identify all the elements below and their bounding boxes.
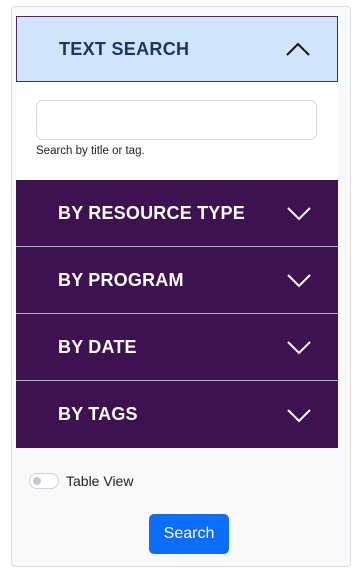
section-title: BY RESOURCE TYPE	[58, 202, 245, 223]
section-title: BY TAGS	[58, 404, 138, 424]
chevron-down-icon	[287, 408, 311, 422]
section-program[interactable]: BY PROGRAM	[16, 247, 338, 314]
section-title: BY PROGRAM	[58, 269, 184, 290]
chevron-down-icon	[287, 274, 311, 288]
table-view-row: Table View	[29, 473, 133, 489]
text-search-body: Search by title or tag.	[16, 82, 338, 180]
search-button[interactable]: Search	[149, 514, 229, 554]
chevron-down-icon	[287, 341, 311, 355]
section-tags[interactable]: BY TAGS	[16, 381, 338, 448]
table-view-toggle[interactable]	[29, 473, 59, 489]
search-helper-text: Search by title or tag.	[36, 145, 145, 157]
text-search-header[interactable]: TEXT SEARCH	[16, 16, 338, 82]
filter-accordion: TEXT SEARCH Search by title or tag. BY R…	[16, 16, 338, 448]
chevron-down-icon	[287, 207, 311, 221]
section-title: BY DATE	[58, 336, 137, 357]
text-search-title: TEXT SEARCH	[59, 38, 190, 59]
search-input[interactable]	[36, 100, 317, 140]
section-resource-type[interactable]: BY RESOURCE TYPE	[16, 180, 338, 247]
chevron-up-icon	[286, 42, 310, 56]
table-view-label: Table View	[66, 473, 134, 489]
section-date[interactable]: BY DATE	[16, 314, 338, 381]
toggle-knob	[33, 477, 41, 485]
